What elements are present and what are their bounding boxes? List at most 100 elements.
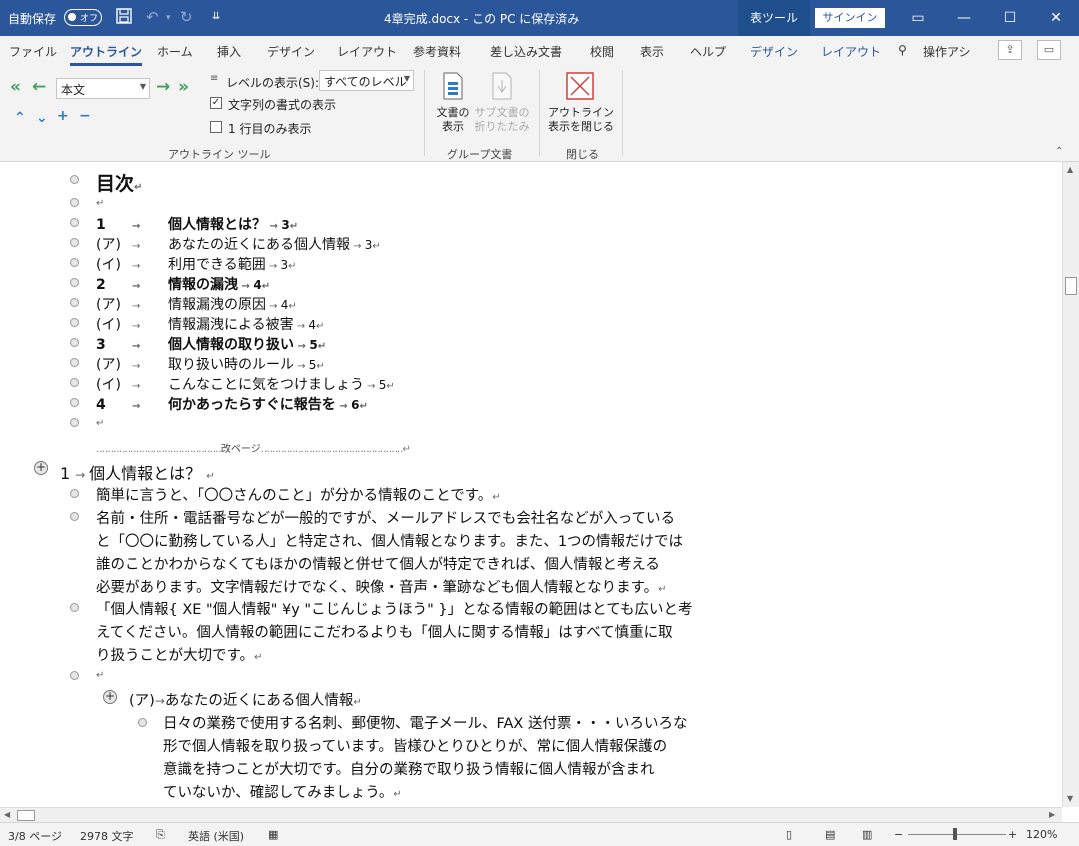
expand-heading-icon[interactable]: + [34,461,48,475]
show-level-combo[interactable]: すべてのレベル ▼ [319,70,414,91]
zoom-level[interactable]: 120% [1026,828,1057,841]
outline-bullet[interactable] [70,258,79,267]
promote-to-heading1-icon[interactable]: « [10,77,21,97]
tell-me-box[interactable]: 操作アシ [923,43,971,60]
paragraph-line: 形で個人情報を取り扱っています。皆様ひとりひとりが、常に個人情報保護の [163,735,667,756]
outline-bullet[interactable] [70,603,79,612]
outline-bullet[interactable] [70,398,79,407]
outline-bullet[interactable] [70,338,79,347]
outline-bullet[interactable] [70,238,79,247]
word-count[interactable]: 2978 文字 [80,828,134,844]
show-document-button[interactable]: 文書の 表示 [432,106,474,134]
outline-bullet[interactable] [70,198,79,207]
outline-bullet[interactable] [70,358,79,367]
scroll-up-icon[interactable]: ▲ [1067,165,1073,174]
proofing-icon[interactable]: ⎘ [156,828,165,842]
paragraph-line-text: 「個人情報{ XE "個人情報" ¥y "こじんじょうほう" }」となる情報の範… [96,602,693,618]
tab-table-design[interactable]: デザイン [750,43,798,60]
vertical-scrollbar[interactable]: ▲ ▼ [1062,162,1079,807]
close-outline-label-1: アウトライン [548,106,614,119]
zoom-slider-knob[interactable] [953,828,957,840]
undo-icon[interactable]: ↶ [146,8,159,26]
table-tools-context-tab: 表ツール [738,0,810,36]
scroll-left-icon[interactable]: ◀ [4,810,10,819]
signin-button[interactable]: サインイン [815,8,885,28]
zoom-slider-track[interactable] [908,834,1006,835]
toc-entry-number: (イ) [96,257,121,273]
expand-icon[interactable]: + [57,108,69,124]
tab-mark: → [238,281,254,292]
autosave-toggle[interactable]: オフ [64,9,102,26]
tab-outline[interactable]: アウトライン [70,43,143,66]
web-layout-icon[interactable]: ▥ [862,828,872,841]
toc-entry-text: あなたの近くにある個人情報 [168,237,350,253]
share-icon[interactable]: ⇪ [998,40,1022,60]
toc-entry-text: 利用できる範囲 [168,257,266,273]
ribbon-display-options-icon[interactable]: ▭ [895,0,941,36]
demote-to-body-icon[interactable]: » [178,77,189,97]
close-outline-icon[interactable] [566,72,594,103]
tab-home[interactable]: ホーム [157,43,193,60]
zoom-in-icon[interactable]: + [1008,828,1017,841]
collapse-ribbon-icon[interactable]: ⌃ [1055,146,1063,157]
first-line-only-checkbox[interactable] [210,121,222,133]
outline-bullet[interactable] [138,718,147,727]
outline-bullet[interactable] [70,318,79,327]
tab-mailings[interactable]: 差し込み文書 [490,43,562,60]
paragraph-line: 日々の業務で使用する名刺、郵便物、電子メール、FAX 送付票・・・いろいろな [163,712,687,733]
search-icon[interactable]: ⚲ [898,43,907,57]
zoom-out-icon[interactable]: − [894,828,903,841]
collapse-icon[interactable]: − [79,108,91,124]
close-outline-view-button[interactable]: アウトライン 表示を閉じる [545,106,617,134]
minimize-button[interactable]: — [941,0,987,36]
tab-insert[interactable]: 挿入 [217,43,241,60]
paragraph-line: 意識を持つことが大切です。自分の業務で取り扱う情報に個人情報が含まれ [163,758,655,779]
horizontal-scroll-thumb[interactable] [17,810,35,821]
promote-icon[interactable]: ← [32,77,46,97]
outline-bullet[interactable] [70,418,79,427]
tab-help[interactable]: ヘルプ [690,43,726,60]
close-button[interactable]: ✕ [1033,0,1079,36]
outline-bullet[interactable] [70,378,79,387]
tab-mark: → [132,221,141,232]
outline-bullet[interactable] [70,218,79,227]
undo-dropdown-icon[interactable]: ▾ [166,13,171,23]
outline-bullet[interactable] [70,489,79,498]
tab-file[interactable]: ファイル [9,43,57,60]
language[interactable]: 英語 (米国) [188,828,244,844]
outline-bullet[interactable] [70,278,79,287]
read-mode-icon[interactable]: ▯ [786,828,792,841]
tab-review[interactable]: 校閲 [590,43,614,60]
customize-qat-icon[interactable]: ⇊ [212,11,220,22]
comments-icon[interactable]: ▭ [1037,40,1061,60]
tab-references[interactable]: 参考資料 [413,43,461,60]
move-up-icon[interactable]: ⌃ [14,110,26,126]
tab-mark: → [132,281,141,292]
scroll-down-icon[interactable]: ▼ [1067,794,1073,803]
toggle-knob [68,13,76,21]
tab-table-layout[interactable]: レイアウト [821,43,881,60]
tab-view[interactable]: 表示 [640,43,664,60]
print-layout-icon[interactable]: ▤ [825,828,835,841]
tab-design[interactable]: デザイン [267,43,315,60]
save-icon[interactable] [116,8,132,28]
maximize-button[interactable]: ☐ [987,0,1033,36]
show-formatting-checkbox[interactable]: ✓ [210,97,222,109]
macro-icon[interactable]: ▦ [268,828,278,841]
outline-bullet[interactable] [70,298,79,307]
expand-heading-icon[interactable]: + [103,690,117,704]
outline-bullet[interactable] [70,512,79,521]
vertical-scroll-thumb[interactable] [1065,277,1077,295]
show-document-icon[interactable] [441,72,465,103]
outline-bullet[interactable] [70,175,79,184]
horizontal-scrollbar[interactable]: ◀ ▶ [0,807,1062,822]
redo-icon[interactable]: ↻ [180,8,193,26]
demote-icon[interactable]: → [156,77,170,97]
outline-level-combo[interactable]: 本文 ▼ [56,78,150,99]
outline-bullet[interactable] [70,671,79,680]
tab-layout[interactable]: レイアウト [337,43,397,60]
move-down-icon[interactable]: ⌄ [36,110,48,126]
document-area[interactable]: 目次↵ ↵ 1 → 個人情報とは？ → 3↵ (ア) → あなたの近くにある個人情報 → … [0,162,1062,807]
page-count[interactable]: 3/8 ページ [8,828,62,844]
scroll-right-icon[interactable]: ▶ [1049,810,1055,819]
